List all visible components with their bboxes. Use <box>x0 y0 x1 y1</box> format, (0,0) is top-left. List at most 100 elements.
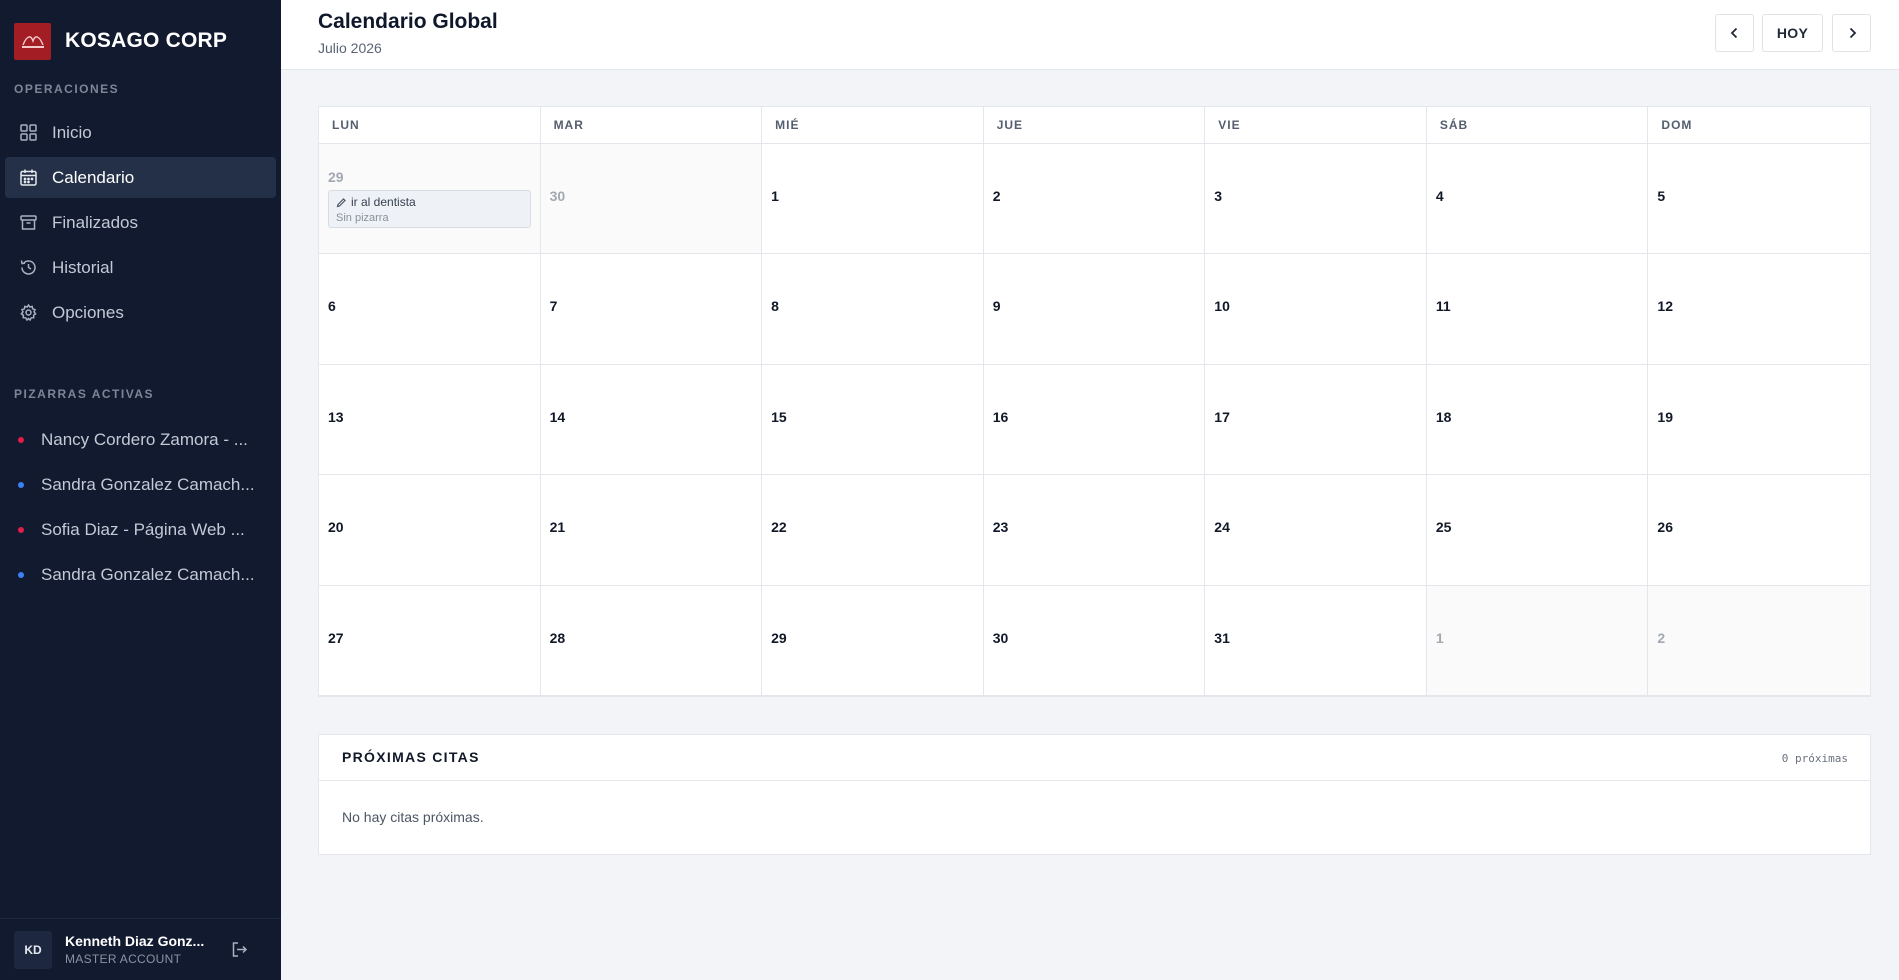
day-number: 9 <box>992 298 1001 315</box>
day-number: 27 <box>328 629 344 646</box>
calendar-day-cell[interactable]: 25 <box>1426 475 1649 586</box>
board-label: Sandra Gonzalez Camach... <box>41 474 255 494</box>
sidebar-item-opciones[interactable]: Opciones <box>5 292 276 333</box>
sidebar-item-finalizados[interactable]: Finalizados <box>5 202 276 243</box>
calendar-day-cell[interactable]: 30 <box>983 585 1206 696</box>
archive-icon <box>19 214 37 232</box>
board-item[interactable]: Sandra Gonzalez Camach... <box>14 462 267 507</box>
calendar-day-cell[interactable]: 5 <box>1648 144 1870 255</box>
event-title-text: ir al dentista <box>351 195 416 209</box>
active-boards-section-label: PIZARRAS ACTIVAS <box>14 387 155 401</box>
board-status-dot <box>18 481 24 488</box>
next-month-button[interactable] <box>1832 14 1871 52</box>
user-info: Kenneth Diaz Gonz... MASTER ACCOUNT <box>65 933 210 966</box>
calendar-day-cell[interactable]: 11 <box>1426 254 1649 365</box>
board-item[interactable]: Nancy Cordero Zamora - ... <box>14 417 267 462</box>
calendar-day-cell[interactable]: 31 <box>1205 585 1427 696</box>
calendar-day-cell[interactable]: 20 <box>319 475 541 586</box>
sidebar-item-label: Opciones <box>52 302 124 322</box>
sidebar-item-label: Historial <box>52 257 114 277</box>
brand[interactable]: KOSAGO CORP <box>0 0 281 82</box>
sidebar-nav: Inicio Calendario Finalizados Historial <box>0 112 281 337</box>
day-number: 29 <box>328 169 344 185</box>
calendar-day-cell[interactable]: 19 <box>1648 365 1870 476</box>
calendar-day-cell[interactable]: 15 <box>762 364 984 476</box>
board-item[interactable]: Sandra Gonzalez Camach... <box>14 552 267 597</box>
sidebar-item-calendario[interactable]: Calendario <box>5 157 276 198</box>
calendar-day-cell[interactable]: 18 <box>1426 364 1649 476</box>
event-board: Sin pizarra <box>336 212 389 224</box>
calendar-day-cell[interactable]: 9 <box>983 254 1206 365</box>
logout-icon <box>232 942 247 957</box>
calendar-day-cell[interactable]: 29 <box>762 585 984 696</box>
brand-name: KOSAGO CORP <box>65 29 228 52</box>
operations-section-label: OPERACIONES <box>14 82 120 96</box>
day-number: 8 <box>771 298 779 315</box>
previous-month-button[interactable] <box>1715 14 1754 52</box>
calendar-day-cell[interactable]: 28 <box>540 585 763 696</box>
day-number: 20 <box>328 519 344 536</box>
day-number: 11 <box>1435 298 1451 315</box>
day-number: 19 <box>1657 408 1673 425</box>
sidebar-item-inicio[interactable]: Inicio <box>5 112 276 153</box>
day-number: 17 <box>1214 408 1230 425</box>
calendar-day-cell[interactable]: 24 <box>1205 475 1427 586</box>
gear-icon <box>19 304 37 322</box>
day-number: 15 <box>771 408 787 425</box>
calendar-day-cell[interactable]: 3 <box>1205 144 1427 255</box>
day-number: 29 <box>771 629 787 646</box>
day-number: 18 <box>1435 408 1452 425</box>
sidebar-item-historial[interactable]: Historial <box>5 247 276 288</box>
user-role: MASTER ACCOUNT <box>65 952 182 966</box>
calendar-grid: LUN MAR MIÉ JUE VIE SÁB DOM 29 ir al dent… <box>318 106 1871 697</box>
weekday-label: MIÉ <box>762 107 984 143</box>
user-panel: KD Kenneth Diaz Gonz... MASTER ACCOUNT <box>0 918 281 980</box>
today-button[interactable]: HOY <box>1762 14 1823 52</box>
calendar-day-cell[interactable]: 27 <box>319 585 541 696</box>
day-number: 30 <box>549 188 566 204</box>
day-number: 3 <box>1214 188 1223 204</box>
day-number: 24 <box>1214 519 1230 536</box>
calendar-day-cell[interactable]: 23 <box>983 475 1206 586</box>
calendar-day-cell[interactable]: 12 <box>1648 254 1870 365</box>
board-status-dot <box>18 571 24 578</box>
avatar[interactable]: KD <box>14 930 52 969</box>
calendar-day-cell[interactable]: 30 <box>540 144 763 255</box>
calendar-day-cell[interactable]: 7 <box>540 254 763 365</box>
current-month: Julio 2026 <box>318 40 382 56</box>
board-label: Sandra Gonzalez Camach... <box>41 564 255 584</box>
day-number: 25 <box>1435 519 1452 536</box>
history-icon <box>19 259 37 277</box>
calendar-day-cell[interactable]: 17 <box>1205 364 1427 476</box>
calendar-day-cell[interactable]: 13 <box>319 364 541 476</box>
calendar-day-cell[interactable]: 26 <box>1648 475 1870 586</box>
calendar-event[interactable]: ir al dentista Sin pizarra <box>328 190 531 228</box>
upcoming-count: 0 próximas <box>1781 752 1848 765</box>
weekday-label: DOM <box>1661 118 1693 132</box>
board-status-dot <box>18 436 24 443</box>
calendar-day-cell[interactable]: 1 <box>762 144 984 255</box>
day-number: 30 <box>992 629 1009 646</box>
calendar-day-cell[interactable]: 16 <box>983 364 1206 476</box>
calendar-day-cell[interactable]: 2 <box>983 144 1206 255</box>
day-number: 26 <box>1657 519 1673 536</box>
upcoming-title: PRÓXIMAS CITAS <box>342 749 480 765</box>
day-number: 5 <box>1657 188 1666 204</box>
calendar-day-cell[interactable]: 14 <box>540 364 763 476</box>
calendar-day-cell[interactable]: 10 <box>1205 254 1427 365</box>
calendar-day-cell[interactable]: 2 <box>1648 585 1870 696</box>
day-number: 23 <box>992 519 1009 536</box>
pencil-icon <box>336 197 346 207</box>
calendar-day-cell[interactable]: 22 <box>762 475 984 586</box>
calendar-day-cell[interactable]: 29 ir al dentista Sin pizarra <box>319 144 541 255</box>
sidebar-item-label: Calendario <box>52 167 135 187</box>
calendar-day-cell[interactable]: 1 <box>1426 585 1649 696</box>
calendar-day-cell[interactable]: 4 <box>1426 144 1649 255</box>
board-item[interactable]: Sofia Diaz - Página Web ... <box>14 507 267 552</box>
calendar-day-cell[interactable]: 21 <box>540 475 763 586</box>
calendar-day-cell[interactable]: 8 <box>762 254 984 365</box>
logout-button[interactable] <box>229 940 249 960</box>
chevron-left-icon <box>1730 27 1737 39</box>
sidebar: KOSAGO CORP OPERACIONES Inicio Calendari… <box>0 0 281 980</box>
calendar-day-cell[interactable]: 6 <box>319 254 541 365</box>
